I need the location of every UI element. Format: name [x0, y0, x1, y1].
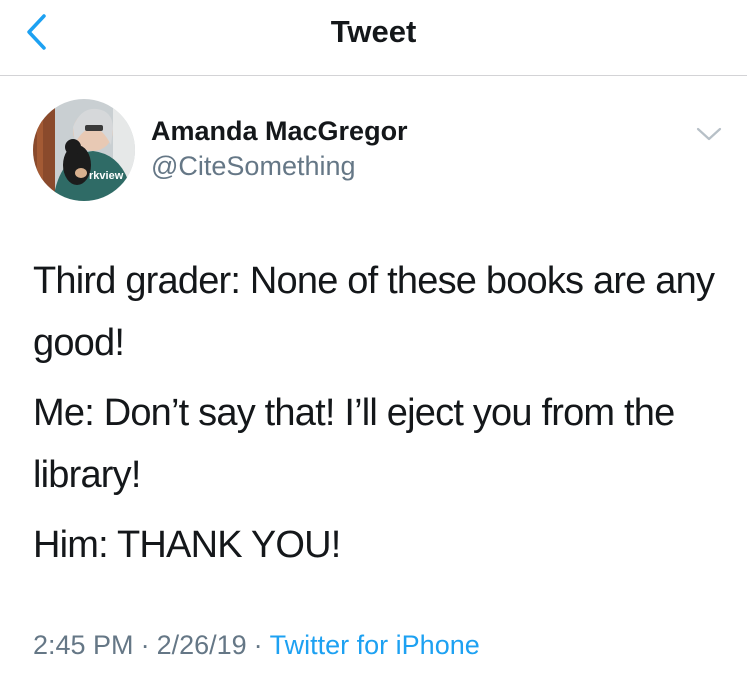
- meta-separator: ·: [253, 630, 263, 660]
- tweet-paragraph: Him: THANK YOU!: [33, 524, 341, 566]
- author-name[interactable]: Amanda MacGregor: [151, 116, 408, 147]
- avatar[interactable]: rkview: [33, 99, 135, 201]
- tweet-paragraph: Me: Don’t say that! I’ll eject you from …: [33, 392, 675, 496]
- tweet-menu-button[interactable]: [693, 120, 725, 148]
- meta-separator: ·: [140, 630, 150, 660]
- page-title: Tweet: [330, 14, 417, 49]
- navigation-bar: Tweet: [0, 0, 747, 76]
- tweet-time: 2:45 PM: [33, 630, 134, 660]
- chevron-down-icon: [696, 127, 722, 141]
- tweet-source-link[interactable]: Twitter for iPhone: [270, 630, 480, 660]
- tweet-date: 2/26/19: [156, 630, 247, 660]
- tweet-detail-screen: Tweet rkview Amanda MacGregor @CiteSomet…: [0, 0, 747, 693]
- avatar-shirt-text: rkview: [89, 170, 124, 182]
- tweet-paragraph: Third grader: None of these books are an…: [33, 260, 715, 364]
- author-handle[interactable]: @CiteSomething: [151, 151, 356, 182]
- tweet-meta: 2:45 PM · 2/26/19 · Twitter for iPhone: [33, 630, 480, 661]
- tweet-text: Third grader: None of these books are an…: [33, 250, 723, 584]
